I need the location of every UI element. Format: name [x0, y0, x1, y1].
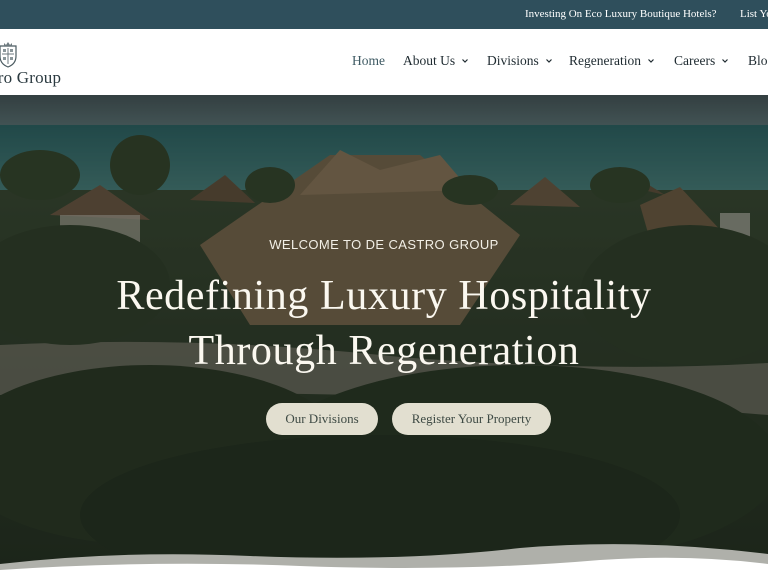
chevron-down-icon: [545, 59, 552, 63]
hero-section: WELCOME TO DE CASTRO GROUP Redefining Lu…: [0, 95, 768, 576]
chevron-down-icon: [648, 59, 654, 63]
investing-link[interactable]: Investing On Eco Luxury Boutique Hotels?: [525, 8, 717, 20]
nav-item-careers[interactable]: Careers: [674, 53, 729, 69]
announcement-bar: Investing On Eco Luxury Boutique Hotels?…: [0, 0, 768, 29]
nav-item-blog[interactable]: Blog: [748, 53, 768, 69]
our-divisions-button[interactable]: Our Divisions: [266, 403, 378, 435]
register-property-button[interactable]: Register Your Property: [392, 403, 551, 435]
nav-label: Divisions: [487, 53, 539, 68]
nav-label: Home: [352, 53, 385, 68]
main-nav: Home About Us Divisions Regeneration Car…: [0, 29, 768, 95]
wave-divider: [0, 544, 768, 576]
chevron-down-icon: [462, 59, 469, 63]
list-property-link[interactable]: List Yo: [740, 8, 768, 20]
site-header: stro Group Home About Us Divisions Regen…: [0, 29, 768, 95]
nav-label: About Us: [403, 53, 456, 68]
nav-item-about-us[interactable]: About Us: [403, 53, 469, 69]
hero-eyebrow: WELCOME TO DE CASTRO GROUP: [269, 237, 499, 252]
headline-line-2: Through Regeneration: [188, 328, 580, 374]
nav-label: Careers: [674, 53, 716, 68]
nav-item-divisions[interactable]: Divisions: [487, 53, 553, 69]
chevron-down-icon: [722, 59, 729, 63]
hero-headline: Redefining Luxury Hospitality Through Re…: [40, 269, 728, 379]
headline-line-1: Redefining Luxury Hospitality: [116, 273, 652, 319]
nav-label: Blog: [748, 53, 768, 68]
nav-item-home[interactable]: Home: [352, 53, 385, 69]
nav-label: Regeneration: [569, 53, 641, 68]
nav-item-regeneration[interactable]: Regeneration: [569, 53, 655, 69]
